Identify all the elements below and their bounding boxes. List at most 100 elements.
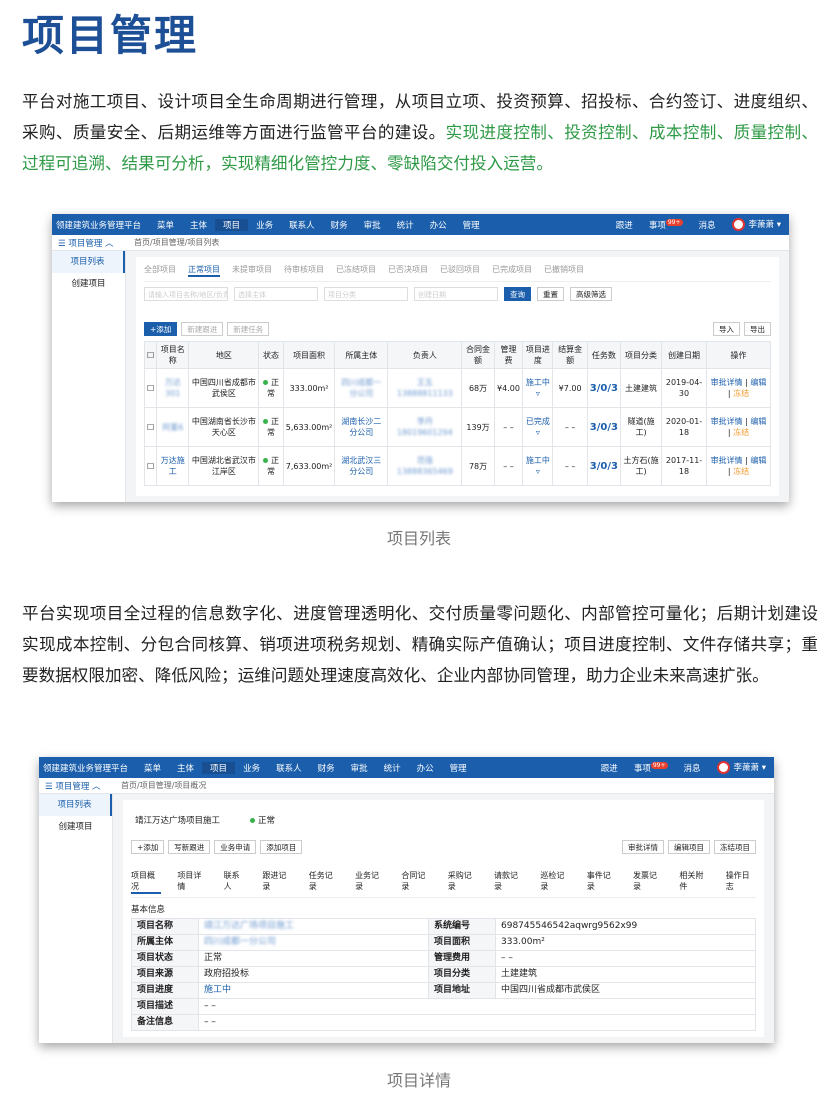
search-input[interactable]: 请输入项目名称/地区/负责人 — [144, 287, 228, 301]
menu-item[interactable]: 菜单 — [149, 219, 182, 231]
sidebar-item-create[interactable]: 创建项目 — [52, 273, 125, 295]
field-value[interactable]: 施工中 — [198, 982, 429, 999]
module-title[interactable]: ☰ 项目管理 ︿ — [52, 237, 126, 249]
detail-link[interactable]: 审批详情 — [711, 417, 743, 426]
freeze-link[interactable]: 冻结 — [733, 389, 749, 398]
menu-item[interactable]: 统计 — [376, 762, 409, 774]
tab-frozen[interactable]: 已冻结项目 — [336, 264, 376, 277]
menu-item[interactable]: 管理 — [455, 219, 488, 231]
date-picker[interactable]: 创建日期 — [414, 287, 498, 301]
sidebar-item-list[interactable]: 项目列表 — [39, 794, 112, 816]
add-project-button[interactable]: 添加项目 — [260, 840, 303, 854]
tasks-cell[interactable]: 3/0/3 — [586, 368, 621, 408]
menu-item[interactable]: 审批 — [343, 762, 376, 774]
tab-log[interactable]: 操作日志 — [726, 870, 756, 894]
message-link[interactable]: 消息 — [691, 219, 724, 231]
todo-link[interactable]: 事项 99+ — [641, 218, 691, 231]
export-button[interactable]: 导出 — [744, 322, 771, 336]
select-all-checkbox[interactable]: ☐ — [143, 341, 158, 369]
progress-cell[interactable]: 施工中 ▿ — [522, 446, 554, 486]
row-checkbox[interactable]: ☐ — [143, 368, 158, 408]
owner-cell[interactable]: 湖北武汉三分公司 — [334, 446, 389, 486]
tab-unsubmitted[interactable]: 未提审项目 — [232, 264, 272, 277]
tab-business[interactable]: 业务记录 — [355, 870, 385, 894]
menu-item[interactable]: 管理 — [442, 762, 475, 774]
import-button[interactable]: 导入 — [713, 322, 740, 336]
new-follow-button[interactable]: 新建跟进 — [181, 322, 224, 336]
tab-returned[interactable]: 已驳回项目 — [440, 264, 480, 277]
menu-item[interactable]: 菜单 — [136, 762, 169, 774]
field-value[interactable]: 四川成都一分公司 — [198, 934, 429, 951]
menu-item[interactable]: 联系人 — [281, 219, 323, 231]
add-button[interactable]: +添加 — [131, 840, 165, 854]
reset-button[interactable]: 重置 — [537, 287, 564, 301]
tab-overview[interactable]: 项目概况 — [131, 870, 162, 894]
owner-cell[interactable]: 湖南长沙二分公司 — [334, 407, 389, 447]
detail-link[interactable]: 审批详情 — [711, 456, 743, 465]
tab-all[interactable]: 全部项目 — [144, 264, 176, 277]
category-select[interactable]: 项目分类 — [324, 287, 408, 301]
menu-item[interactable]: 业务 — [235, 762, 268, 774]
menu-item[interactable]: 业务 — [248, 219, 281, 231]
query-button[interactable]: 查询 — [504, 287, 531, 301]
approval-detail-button[interactable]: 审批详情 — [622, 840, 664, 854]
row-checkbox[interactable]: ☐ — [143, 446, 158, 486]
menu-item[interactable]: 统计 — [389, 219, 422, 231]
table-row[interactable]: ☐ 万达施工 中国湖北省武汉市江岸区 正常 7,633.00m² 湖北武汉三分公… — [143, 446, 772, 486]
owner-cell[interactable]: 四川成都一分公司 — [334, 368, 389, 408]
menu-item[interactable]: 财务 — [310, 762, 343, 774]
project-name-link[interactable]: 万达301 — [156, 368, 190, 408]
business-apply-button[interactable]: 业务申请 — [214, 840, 257, 854]
tab-pending[interactable]: 待审核项目 — [284, 264, 324, 277]
track-link[interactable]: 跟进 — [593, 762, 626, 774]
user-menu[interactable]: 李萧萧 ▾ — [724, 218, 789, 231]
track-link[interactable]: 跟进 — [608, 219, 641, 231]
tab-invoice[interactable]: 发票记录 — [633, 870, 663, 894]
project-name-link[interactable]: 万达施工 — [156, 446, 190, 486]
todo-link[interactable]: 事项 99+ — [626, 761, 676, 774]
edit-link[interactable]: 编辑 — [750, 417, 766, 426]
person-cell[interactable]: 王五 13888811133 — [387, 368, 463, 408]
edit-project-button[interactable]: 编辑项目 — [668, 840, 710, 854]
tab-done[interactable]: 已完成项目 — [492, 264, 532, 277]
tab-payment[interactable]: 请款记录 — [494, 870, 524, 894]
detail-link[interactable]: 审批详情 — [711, 378, 743, 387]
tasks-cell[interactable]: 3/0/3 — [586, 407, 621, 447]
tab-contracts[interactable]: 合同记录 — [401, 870, 431, 894]
freeze-link[interactable]: 冻结 — [733, 428, 749, 437]
tab-detail[interactable]: 项目详情 — [177, 870, 207, 894]
tab-rejected[interactable]: 已否决项目 — [388, 264, 428, 277]
freeze-link[interactable]: 冻结 — [733, 467, 749, 476]
owner-select[interactable]: 选择主体 — [234, 287, 318, 301]
freeze-project-button[interactable]: 冻结项目 — [714, 840, 756, 854]
menu-item[interactable]: 项目 — [202, 761, 236, 774]
new-task-button[interactable]: 新建任务 — [227, 322, 270, 336]
add-button[interactable]: +添加 — [144, 322, 178, 336]
menu-item[interactable]: 主体 — [169, 762, 202, 774]
menu-item[interactable]: 项目 — [215, 218, 249, 231]
project-name-link[interactable]: 阿董6 — [156, 407, 190, 447]
row-checkbox[interactable]: ☐ — [143, 407, 158, 447]
progress-cell[interactable]: 已完成 ▿ — [522, 407, 554, 447]
module-title[interactable]: ☰ 项目管理 ︿ — [39, 780, 113, 792]
menu-item[interactable]: 办公 — [422, 219, 455, 231]
table-row[interactable]: ☐ 阿董6 中国湖南省长沙市天心区 正常 5,633.00m² 湖南长沙二分公司… — [143, 407, 772, 447]
menu-item[interactable]: 财务 — [323, 219, 356, 231]
menu-item[interactable]: 联系人 — [268, 762, 310, 774]
sidebar-item-create[interactable]: 创建项目 — [39, 816, 112, 838]
tab-revoked[interactable]: 已撤销项目 — [544, 264, 584, 277]
person-cell[interactable]: 范强 13888365469 — [387, 446, 463, 486]
person-cell[interactable]: 李丹 18019601294 — [387, 407, 463, 447]
menu-item[interactable]: 审批 — [356, 219, 389, 231]
tab-purchase[interactable]: 采购记录 — [448, 870, 478, 894]
tab-normal[interactable]: 正常项目 — [188, 264, 220, 277]
tab-events[interactable]: 事件记录 — [587, 870, 617, 894]
tasks-cell[interactable]: 3/0/3 — [586, 446, 621, 486]
table-row[interactable]: ☐ 万达301 中国四川省成都市武侯区 正常 333.00m² 四川成都一分公司… — [143, 368, 772, 408]
tab-attachments[interactable]: 相关附件 — [679, 870, 709, 894]
advanced-filter-button[interactable]: 高级筛选 — [570, 287, 612, 301]
edit-link[interactable]: 编辑 — [750, 378, 766, 387]
tab-follow[interactable]: 跟进记录 — [262, 870, 292, 894]
user-menu[interactable]: 李萧萧 ▾ — [709, 761, 774, 774]
menu-item[interactable]: 办公 — [409, 762, 442, 774]
